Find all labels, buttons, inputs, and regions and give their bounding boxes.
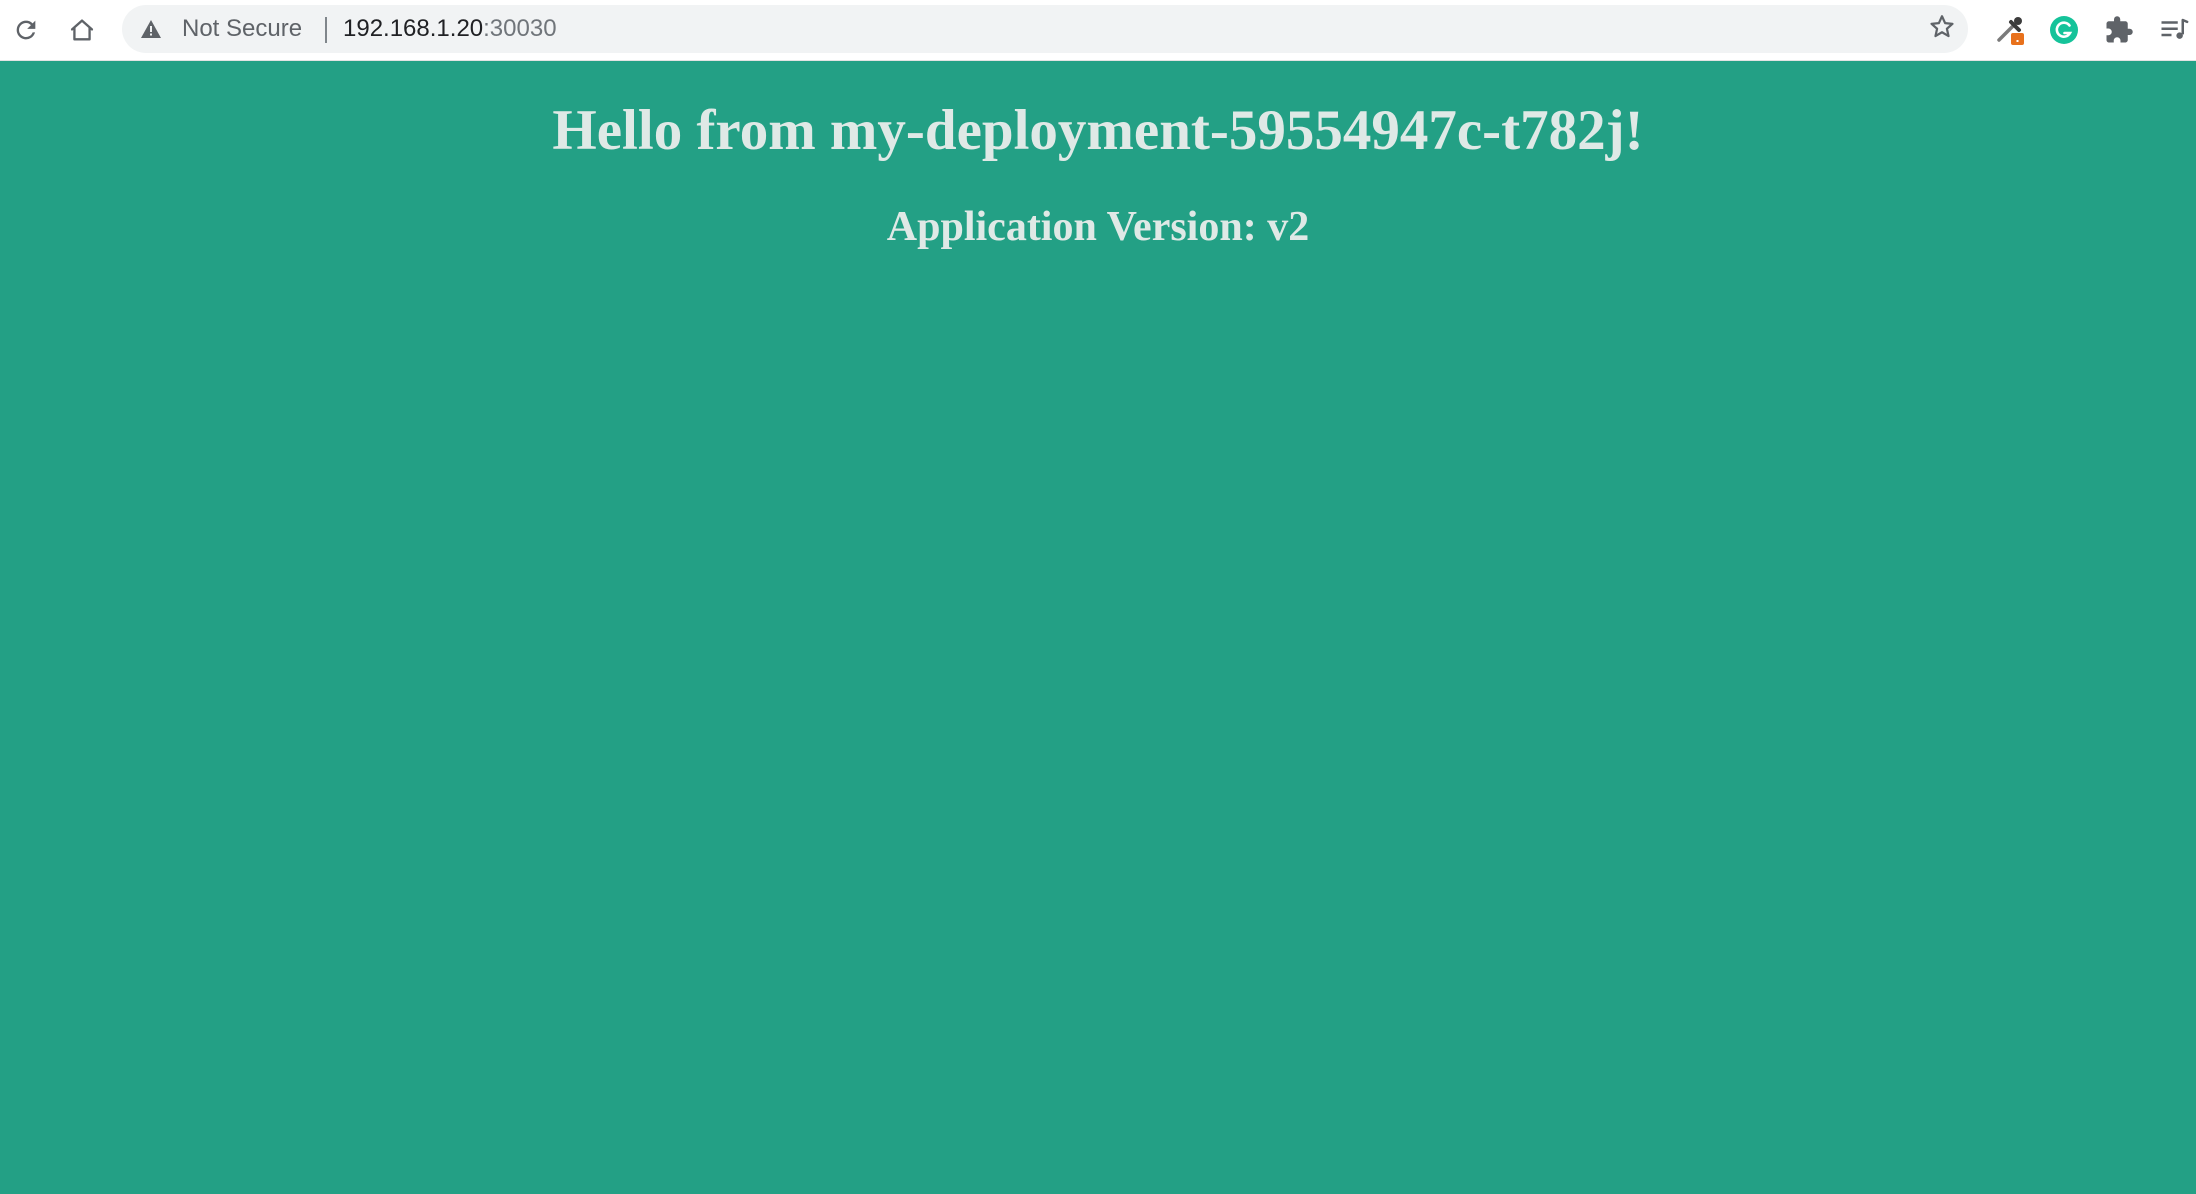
eyedropper-extension-icon <box>1993 12 2029 48</box>
home-button[interactable] <box>60 8 104 52</box>
omnibox-divider <box>325 17 327 43</box>
greeting-heading: Hello from my-deployment-59554947c-t782j… <box>552 99 1644 162</box>
extensions-menu-button[interactable] <box>2097 8 2141 52</box>
media-playlist-icon <box>2159 15 2189 45</box>
url-text[interactable]: 192.168.1.20:30030 <box>343 5 557 53</box>
grammarly-extension-button[interactable] <box>2042 8 2086 52</box>
reload-button[interactable] <box>4 8 48 52</box>
reload-icon <box>12 16 40 44</box>
puzzle-icon <box>2104 15 2134 45</box>
star-icon <box>1928 13 1956 46</box>
warning-icon[interactable] <box>140 19 162 39</box>
grammarly-extension-icon <box>2048 14 2080 46</box>
browser-toolbar: Not Secure 192.168.1.20:30030 <box>0 0 2196 61</box>
media-control-button[interactable] <box>2152 8 2196 52</box>
bookmark-button[interactable] <box>1920 7 1964 51</box>
eyedropper-extension-button[interactable] <box>1989 8 2033 52</box>
security-status-label[interactable]: Not Secure <box>182 5 302 53</box>
url-port: :30030 <box>483 15 557 42</box>
url-host: 192.168.1.20 <box>343 15 484 42</box>
address-bar[interactable]: Not Secure 192.168.1.20:30030 <box>122 5 1968 53</box>
app-version-heading: Application Version: v2 <box>886 204 1310 250</box>
home-icon <box>68 16 96 44</box>
page-content: Hello from my-deployment-59554947c-t782j… <box>0 61 2196 1194</box>
